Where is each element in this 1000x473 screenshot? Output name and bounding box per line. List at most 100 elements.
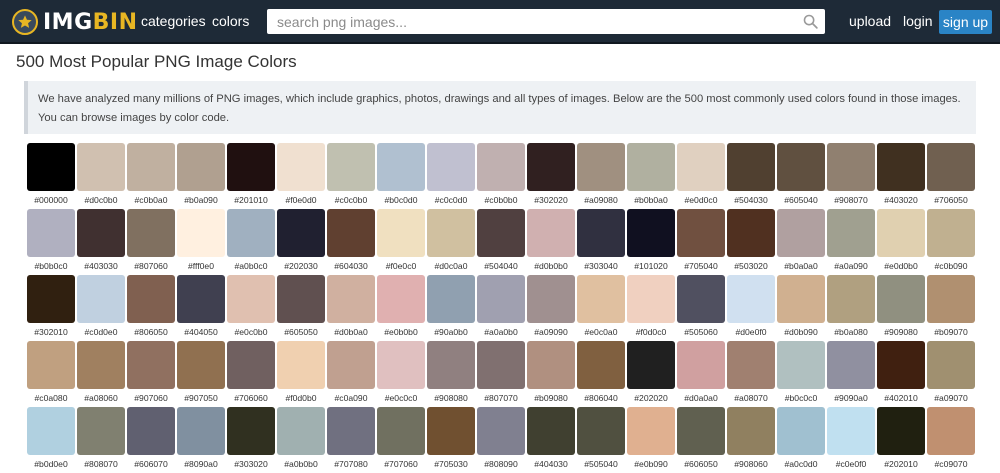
color-swatch[interactable] <box>277 407 325 455</box>
color-code-label[interactable]: #c0b0a0 <box>127 195 175 205</box>
color-swatch-item[interactable]: #c0d0e0 <box>77 275 125 341</box>
color-swatch-item[interactable]: #e0d0b0 <box>877 209 925 275</box>
color-code-label[interactable]: #c0d0e0 <box>77 327 125 337</box>
color-swatch[interactable] <box>377 407 425 455</box>
color-code-label[interactable]: #806050 <box>127 327 175 337</box>
color-swatch[interactable] <box>827 275 875 323</box>
color-swatch-item[interactable]: #a0a0b0 <box>477 275 525 341</box>
color-swatch-item[interactable]: #b0c0d0 <box>377 143 425 209</box>
color-code-label[interactable]: #c0a090 <box>327 393 375 403</box>
color-swatch-item[interactable]: #202030 <box>277 209 325 275</box>
color-swatch[interactable] <box>77 209 125 257</box>
color-swatch[interactable] <box>477 341 525 389</box>
color-code-label[interactable]: #d0b090 <box>777 327 825 337</box>
color-swatch[interactable] <box>227 143 275 191</box>
color-code-label[interactable]: #907050 <box>177 393 225 403</box>
color-code-label[interactable]: #504030 <box>727 195 775 205</box>
color-code-label[interactable]: #d0b0b0 <box>527 261 575 271</box>
color-code-label[interactable]: #908060 <box>727 459 775 469</box>
color-swatch-item[interactable]: #705030 <box>427 407 475 473</box>
color-code-label[interactable]: #d0a0a0 <box>677 393 725 403</box>
color-swatch-item[interactable]: #b0a080 <box>827 275 875 341</box>
color-swatch[interactable] <box>327 407 375 455</box>
color-swatch[interactable] <box>577 209 625 257</box>
color-swatch-item[interactable]: #706050 <box>927 143 975 209</box>
color-swatch-item[interactable]: #b0b0c0 <box>27 209 75 275</box>
login-link[interactable]: login <box>903 13 933 29</box>
color-code-label[interactable]: #706050 <box>927 195 975 205</box>
color-swatch-item[interactable]: #e0c0a0 <box>577 275 625 341</box>
color-swatch-item[interactable]: #f0d0c0 <box>627 275 675 341</box>
color-swatch-item[interactable]: #b0d0e0 <box>27 407 75 473</box>
color-swatch-item[interactable]: #e0b090 <box>627 407 675 473</box>
color-code-label[interactable]: #b0b0a0 <box>627 195 675 205</box>
color-swatch-item[interactable]: #e0d0c0 <box>677 143 725 209</box>
color-swatch[interactable] <box>177 143 225 191</box>
color-swatch[interactable] <box>327 275 375 323</box>
color-swatch[interactable] <box>77 407 125 455</box>
color-swatch[interactable] <box>377 209 425 257</box>
color-code-label[interactable]: #000000 <box>27 195 75 205</box>
color-swatch-item[interactable]: #806040 <box>577 341 625 407</box>
color-code-label[interactable]: #705030 <box>427 459 475 469</box>
color-swatch[interactable] <box>727 209 775 257</box>
color-swatch-item[interactable]: #706060 <box>227 341 275 407</box>
color-swatch-item[interactable]: #d0c0a0 <box>427 209 475 275</box>
color-code-label[interactable]: #a0a0b0 <box>477 327 525 337</box>
color-swatch-item[interactable]: #908060 <box>727 407 775 473</box>
color-swatch-item[interactable]: #806050 <box>127 275 175 341</box>
color-swatch[interactable] <box>627 341 675 389</box>
color-code-label[interactable]: #d0c0a0 <box>427 261 475 271</box>
color-swatch[interactable] <box>277 143 325 191</box>
color-code-label[interactable]: #202010 <box>877 459 925 469</box>
color-swatch[interactable] <box>327 341 375 389</box>
color-code-label[interactable]: #8090a0 <box>177 459 225 469</box>
color-code-label[interactable]: #a09080 <box>577 195 625 205</box>
color-swatch-item[interactable]: #c0b0b0 <box>477 143 525 209</box>
color-swatch[interactable] <box>327 209 375 257</box>
color-swatch-item[interactable]: #f0e0d0 <box>277 143 325 209</box>
color-swatch[interactable] <box>227 407 275 455</box>
color-swatch[interactable] <box>277 209 325 257</box>
site-logo[interactable]: IMGBIN <box>12 8 138 36</box>
color-swatch[interactable] <box>727 407 775 455</box>
color-swatch-item[interactable]: #808070 <box>77 407 125 473</box>
color-code-label[interactable]: #808090 <box>477 459 525 469</box>
color-swatch-item[interactable]: #b09080 <box>527 341 575 407</box>
color-code-label[interactable]: #d0b0a0 <box>327 327 375 337</box>
color-code-label[interactable]: #b0a090 <box>177 195 225 205</box>
color-code-label[interactable]: #202020 <box>627 393 675 403</box>
color-code-label[interactable]: #9090a0 <box>827 393 875 403</box>
color-swatch[interactable] <box>877 341 925 389</box>
color-swatch-item[interactable]: #707080 <box>327 407 375 473</box>
color-swatch-item[interactable]: #a09080 <box>577 143 625 209</box>
color-code-label[interactable]: #707080 <box>327 459 375 469</box>
color-swatch-item[interactable]: #d0b090 <box>777 275 825 341</box>
color-code-label[interactable]: #606050 <box>677 459 725 469</box>
color-swatch-item[interactable]: #d0b0a0 <box>327 275 375 341</box>
color-swatch-item[interactable]: #c0b090 <box>927 209 975 275</box>
color-code-label[interactable]: #e0d0b0 <box>877 261 925 271</box>
color-swatch[interactable] <box>377 341 425 389</box>
color-swatch[interactable] <box>77 143 125 191</box>
color-swatch[interactable] <box>377 143 425 191</box>
color-code-label[interactable]: #706060 <box>227 393 275 403</box>
color-swatch[interactable] <box>877 407 925 455</box>
color-swatch[interactable] <box>27 341 75 389</box>
color-swatch[interactable] <box>777 407 825 455</box>
color-code-label[interactable]: #c0a080 <box>27 393 75 403</box>
color-swatch[interactable] <box>677 275 725 323</box>
color-code-label[interactable]: #404050 <box>177 327 225 337</box>
color-code-label[interactable]: #e0c0c0 <box>377 393 425 403</box>
color-code-label[interactable]: #302010 <box>27 327 75 337</box>
color-swatch[interactable] <box>427 275 475 323</box>
color-swatch-item[interactable]: #807070 <box>477 341 525 407</box>
color-code-label[interactable]: #e0b090 <box>627 459 675 469</box>
color-swatch[interactable] <box>627 407 675 455</box>
color-swatch[interactable] <box>927 341 975 389</box>
color-swatch[interactable] <box>777 275 825 323</box>
color-swatch[interactable] <box>277 275 325 323</box>
color-swatch[interactable] <box>577 341 625 389</box>
color-code-label[interactable]: #e0d0c0 <box>677 195 725 205</box>
color-swatch[interactable] <box>927 275 975 323</box>
